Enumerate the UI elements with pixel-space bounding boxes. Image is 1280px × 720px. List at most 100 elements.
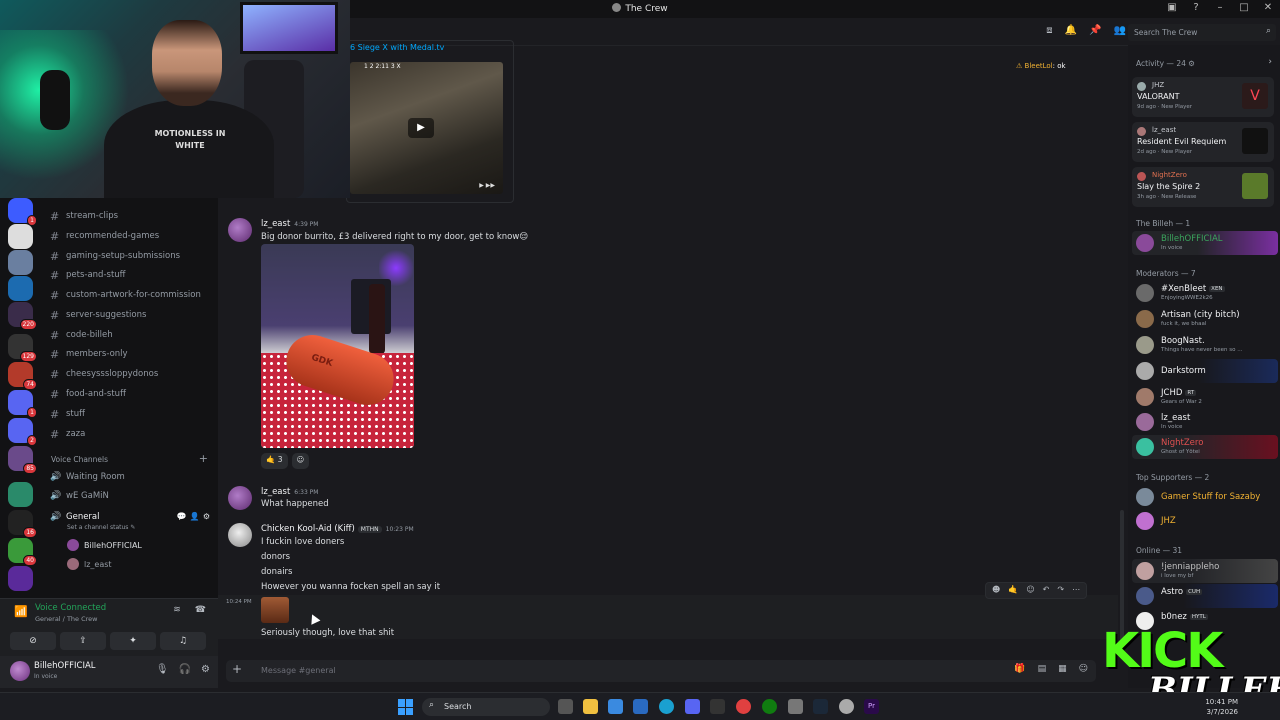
add-reaction-icon[interactable]: ☺ [291,453,310,469]
message-composer[interactable]: + Message #general 🎁 ▤ ▦ ☺ [226,660,1096,682]
voice-user-billeh[interactable]: BillehOFFICIAL [67,539,142,551]
member-darkstorm[interactable]: Darkstorm [1132,359,1278,383]
task-view-icon[interactable] [558,699,573,714]
screen-share-button[interactable]: ⇪ [60,632,106,650]
edge-icon[interactable] [659,699,674,714]
clap-icon[interactable]: 🤙 [1008,585,1018,596]
minimize-button[interactable]: – [1214,2,1226,14]
activity-card[interactable]: JHZ VALORANT 9d ago · New Player V [1132,77,1274,117]
voice-channels-header[interactable]: Voice Channels [51,455,108,464]
members-icon[interactable]: 👥 [1114,25,1126,36]
voice-connected-subtitle[interactable]: General / The Crew [35,615,97,623]
avatar[interactable] [228,523,252,547]
reaction-chip[interactable]: 🤙 3 [261,453,288,469]
mail-icon[interactable] [633,699,648,714]
user-name[interactable]: BillehOFFICIAL [34,661,96,671]
headphones-icon[interactable]: 🎧 [179,664,191,675]
sticker-image[interactable] [261,597,289,623]
maximize-button[interactable]: □ [1238,2,1250,14]
soundboard-button[interactable]: ♫ [160,632,206,650]
reply-icon[interactable]: ↶ [1043,585,1050,596]
server-icon-11[interactable] [8,482,33,507]
server-icon-14[interactable] [8,566,33,591]
server-icon-13[interactable]: 40 [8,538,37,566]
server-icon-4[interactable] [8,276,33,301]
channel-cheesysssloppydonos[interactable]: # cheesysssloppydonos [50,365,158,383]
member-astro[interactable]: Astro CUH [1132,584,1278,608]
avatar[interactable] [228,218,252,242]
file-explorer-icon[interactable] [583,699,598,714]
server-icon-9[interactable]: 2 [8,418,37,446]
voice-channel-waiting-room[interactable]: 🔊 Waiting Room [50,472,125,482]
activities-button[interactable]: ✦ [110,632,156,650]
steam-icon[interactable] [813,699,828,714]
server-icon-10[interactable]: 85 [8,446,37,474]
system-clock[interactable]: 10:41 PM 3/7/2026 [1205,697,1238,717]
voice-channel-we-gamin[interactable]: 🔊 wE GaMiN [50,491,109,501]
chrome-icon[interactable] [736,699,751,714]
chat-bubble-icon[interactable]: 💬 [177,512,187,521]
channel-code-billeh[interactable]: # code-billeh [50,326,113,344]
gear-icon[interactable]: ⚙ [203,512,210,521]
member-artisan[interactable]: Artisan (city bitch) fuck it, we bhaal [1132,307,1278,331]
member-billeh[interactable]: BillehOFFICIAL In voice [1132,231,1278,255]
member-boognast[interactable]: BoogNast. Things have never been so ... [1132,333,1278,357]
premiere-icon[interactable]: Pr [864,699,879,714]
embed-title[interactable]: 6 Siege X with Medal.tv [350,43,444,52]
channel-zaza[interactable]: # zaza [50,425,85,443]
more-icon[interactable]: ⋯ [1072,585,1080,596]
taskbar-search[interactable]: ⌕ Search [422,698,550,716]
microphone-icon[interactable]: 🎙 [156,664,169,675]
activity-card[interactable]: NightZero Slay the Spire 2 3h ago · New … [1132,167,1274,207]
channel-server-suggestions[interactable]: # server-suggestions [50,306,146,324]
voice-user-lz-east[interactable]: lz_east [67,558,112,570]
play-icon[interactable]: ▶ [408,118,434,138]
forward-icon[interactable]: ↷ [1057,585,1064,596]
channel-gaming-setup-submissions[interactable]: # gaming-setup-submissions [50,247,180,265]
sticker-icon[interactable]: ▦ [1058,664,1067,674]
channel-pets-and-stuff[interactable]: # pets-and-stuff [50,266,126,284]
avatar[interactable] [228,486,252,510]
channel-members-only[interactable]: # members-only [50,345,128,363]
channel-stuff[interactable]: # stuff [50,405,85,423]
signal-icon[interactable]: 📶 [14,605,28,618]
activity-header[interactable]: Activity — 24 ⚙ [1136,59,1195,68]
terminal-icon[interactable] [710,699,725,714]
gif-icon[interactable]: ▤ [1038,664,1047,674]
member-xenbleet[interactable]: #XenBleet XEN EnjoyingWWE2k26 [1132,281,1278,305]
member-lz-east[interactable]: lz_east In voice [1132,410,1278,434]
search-input[interactable]: Search The Crew ⌕ [1128,24,1276,41]
member-jenniappleho[interactable]: !jenniappleho i love my bf [1132,559,1278,583]
server-icon-3[interactable] [8,250,33,275]
help-icon[interactable]: ? [1190,2,1202,14]
add-channel-icon[interactable]: + [199,452,208,465]
user-avatar[interactable] [10,661,30,681]
server-icon-7[interactable]: 74 [8,362,37,390]
inbox-icon[interactable]: ▣ [1166,2,1178,14]
message-author[interactable]: lz_east 6:33 PM [261,487,318,497]
message-input[interactable]: Message #general [261,666,336,675]
voice-channel-general[interactable]: 🔊 General [50,512,100,522]
channel-recommended-games[interactable]: # recommended-games [50,227,159,245]
channel-status-placeholder[interactable]: Set a channel status ✎ [67,524,135,531]
member-nightzero[interactable]: NightZero Ghost of Yōtei [1132,435,1278,459]
pin-icon[interactable]: 📌 [1089,25,1101,36]
member-gamer-stuff[interactable]: Gamer Stuff for Sazaby [1132,485,1278,509]
bell-icon[interactable]: 🔔 [1065,25,1077,36]
emoji-icon[interactable]: ☺ [1079,664,1088,674]
gear-icon[interactable]: ⚙ [201,664,210,675]
xbox-icon[interactable] [762,699,777,714]
add-reaction-icon[interactable]: ☺ [1026,585,1034,596]
reaction-icon[interactable]: ☻ [992,585,1000,596]
member-jhz[interactable]: JHZ [1132,509,1278,533]
member-jchd[interactable]: JCHD RT Gears of War 2 [1132,385,1278,409]
message-author[interactable]: lz_east 4:39 PM [261,219,318,229]
obs-icon[interactable] [839,699,854,714]
server-icon-12[interactable]: 16 [8,510,37,538]
channel-stream-clips[interactable]: # stream-clips [50,207,118,225]
threads-icon[interactable]: ⧈ [1046,25,1052,36]
windows-start-icon[interactable] [398,699,414,715]
gift-icon[interactable]: 🎁 [1014,664,1025,674]
close-button[interactable]: ✕ [1262,2,1274,14]
store-icon[interactable] [608,699,623,714]
